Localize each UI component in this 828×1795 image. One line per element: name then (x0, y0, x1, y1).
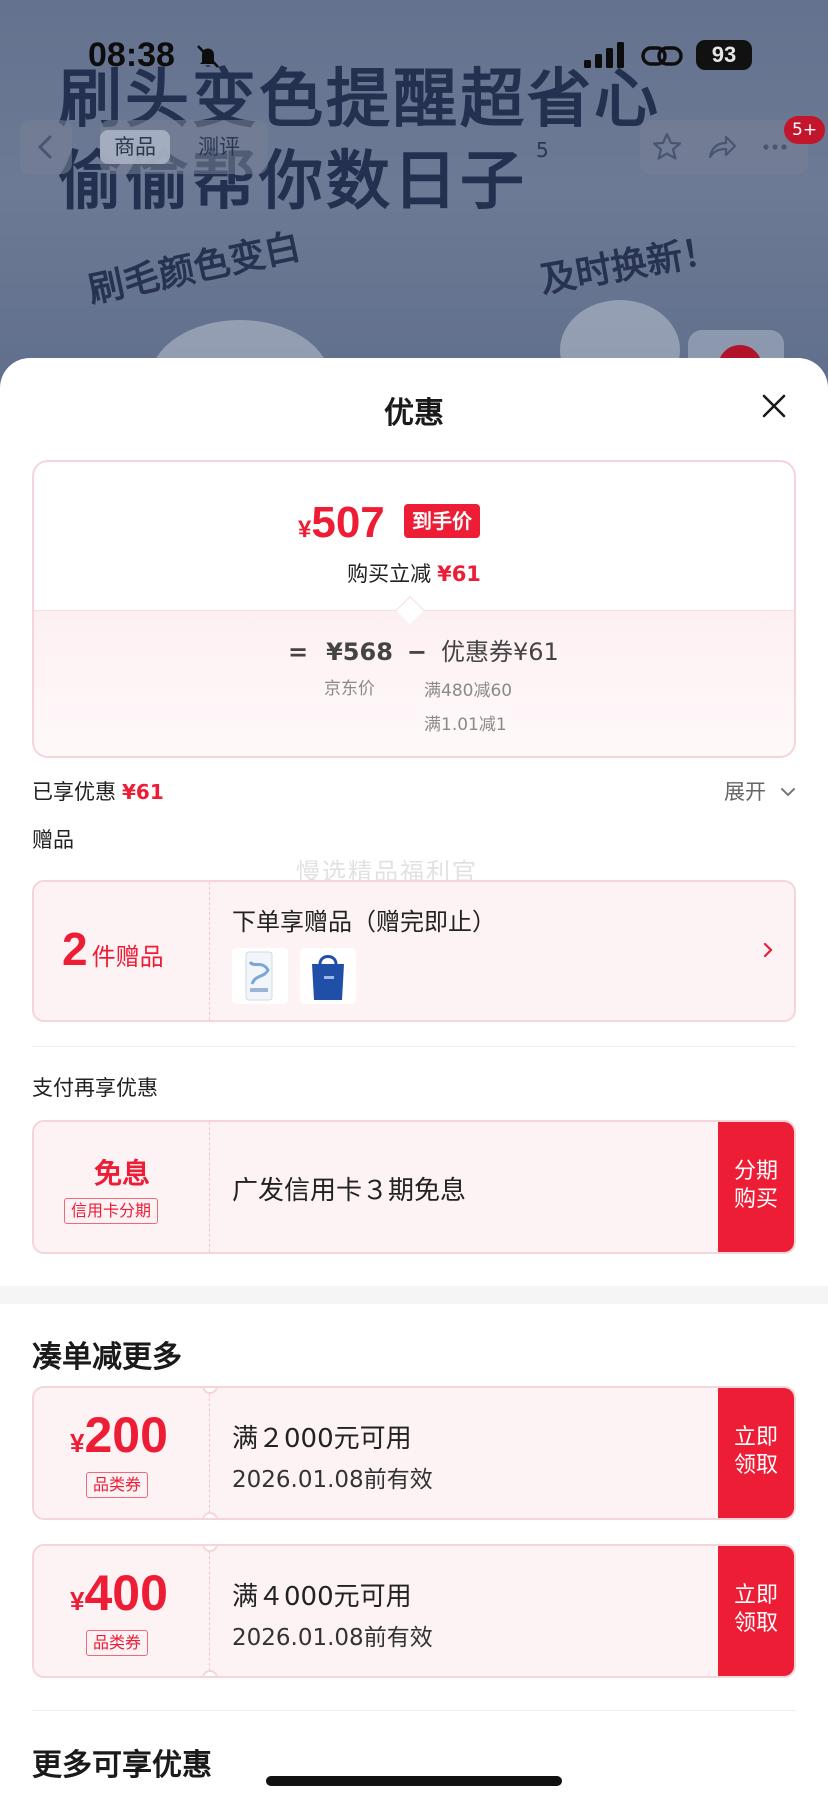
instant-discount: 购买立减 ¥61 (34, 558, 794, 588)
gift-card[interactable]: 2 件赠品 下单享赠品（赠完即止） (32, 880, 796, 1022)
coupon-condition: 满２000元可用 (232, 1424, 412, 1454)
close-icon[interactable] (754, 386, 794, 426)
coupon-type-tag: 品类券 (86, 1472, 149, 1498)
final-price-tag: 到手价 (404, 504, 480, 538)
back-arrow-icon (37, 135, 52, 159)
home-indicator[interactable] (266, 1776, 562, 1786)
divider (32, 1710, 796, 1711)
gift-title: 下单享赠品（赠完即止） (232, 908, 496, 936)
price-breakdown-card: ¥507 到手价 购买立减 ¥61 = ¥568− 优惠券¥61 京东价 满480减6… (32, 460, 796, 758)
formula-minus: − (406, 638, 428, 666)
claim-button-line-1: 立即 (733, 1425, 778, 1450)
category-coupon-card: ¥200 品类券 满２000元可用 2026.01.08前有效 立即 领取 (32, 1386, 796, 1520)
divider (32, 1046, 796, 1047)
coupon-expiry: 2026.01.08前有效 (232, 1467, 433, 1493)
instant-discount-amount: ¥61 (437, 562, 481, 586)
coupon-total: 优惠券¥61 (441, 638, 559, 666)
gift-count-box: 2 件赠品 (34, 882, 210, 1020)
installment-badge-box: 免息 信用卡分期 (34, 1122, 210, 1252)
more-offers-title: 更多可享优惠 (32, 1748, 212, 1783)
claim-coupon-button[interactable]: 立即 领取 (718, 1546, 794, 1676)
claim-button-line-2: 领取 (733, 1611, 778, 1636)
chevron-right-icon[interactable] (758, 940, 778, 960)
section-separator (0, 1286, 828, 1304)
coupon-currency: ¥ (70, 1586, 85, 1616)
gift-count-number: 2 (62, 923, 88, 975)
jd-price: ¥568 (326, 638, 393, 666)
background-nav-actions (640, 120, 808, 174)
chevron-down-icon[interactable] (778, 782, 798, 802)
notification-badge: 5+ (784, 116, 826, 144)
share-icon[interactable] (704, 130, 738, 164)
installment-card: 免息 信用卡分期 广发信用卡３期免息 分期 购买 (32, 1120, 796, 1254)
coupon-notch (202, 1670, 218, 1676)
background-arc-text-1: 刷毛颜色变白 (84, 226, 305, 312)
instant-discount-label: 购买立减 (347, 562, 432, 586)
coupon-value: ¥200 (70, 1406, 168, 1464)
bundle-section-title: 凑单减更多 (32, 1340, 182, 1375)
installment-text: 广发信用卡３期免息 (232, 1176, 467, 1206)
coupon-expiry: 2026.01.08前有效 (232, 1625, 433, 1651)
coupon-value-box: ¥200 品类券 (34, 1388, 210, 1518)
tab-review[interactable]: 测评 (184, 130, 254, 164)
enjoyed-label: 已享优惠 (32, 780, 116, 804)
gift-image-1 (232, 948, 288, 1004)
final-price: ¥507 (298, 498, 385, 548)
credit-installment-tag: 信用卡分期 (64, 1198, 159, 1224)
formula-equals: = (288, 638, 309, 666)
coupon-rule-2: 满1.01减1 (424, 715, 507, 735)
sheet-title: 优惠 (384, 396, 444, 431)
back-button[interactable] (20, 120, 72, 174)
category-coupon-card: ¥400 品类券 满４000元可用 2026.01.08前有效 立即 领取 (32, 1544, 796, 1678)
gift-section-label: 赠品 (32, 828, 74, 852)
coupon-amount: 200 (84, 1407, 168, 1463)
jd-price-label: 京东价 (324, 679, 375, 699)
coupon-notch (202, 1512, 218, 1518)
pay-section-label: 支付再享优惠 (32, 1076, 158, 1100)
enjoyed-discount: 已享优惠 ¥61 (32, 776, 164, 806)
coupon-currency: ¥ (70, 1428, 85, 1458)
tab-product[interactable]: 商品 (100, 130, 170, 164)
installment-button-line-2: 购买 (733, 1187, 778, 1212)
signal-icon (584, 42, 624, 68)
enjoyed-amount: ¥61 (122, 780, 164, 804)
claim-button-line-2: 领取 (733, 1453, 778, 1478)
background-superscript: 5 (536, 138, 549, 162)
background-tabs: 商品 测评 (100, 120, 268, 174)
coupon-value-box: ¥400 品类券 (34, 1546, 210, 1676)
installment-button-line-1: 分期 (733, 1159, 778, 1184)
claim-button-line-1: 立即 (733, 1583, 778, 1608)
price-formula: = ¥568− 优惠券¥61 (288, 632, 559, 667)
installment-buy-button[interactable]: 分期 购买 (718, 1122, 794, 1252)
star-icon[interactable] (650, 130, 684, 164)
coupon-value: ¥400 (70, 1564, 168, 1622)
gift-image-2 (300, 948, 356, 1004)
status-bar: 08:38 93 (0, 30, 828, 80)
interest-free-label: 免息 (93, 1157, 150, 1190)
bell-slash-icon (197, 45, 219, 68)
coupon-condition: 满４000元可用 (232, 1582, 412, 1612)
gift-count-unit: 件赠品 (91, 943, 164, 971)
coupon-rule-1: 满480减60 (424, 681, 513, 701)
expand-button[interactable]: 展开 (724, 776, 766, 806)
status-time: 08:38 (88, 36, 175, 74)
final-price-amount: 507 (311, 498, 385, 547)
link-icon (641, 46, 683, 66)
discount-sheet: 优惠 ¥507 到手价 购买立减 ¥61 = ¥568− 优惠券¥61 京东价 满48… (0, 358, 828, 1795)
battery-indicator: 93 (696, 40, 752, 70)
coupon-type-tag: 品类券 (86, 1630, 149, 1656)
background-arc-text-2: 及时换新！ (537, 229, 722, 302)
gift-count: 2 件赠品 (62, 922, 164, 976)
claim-coupon-button[interactable]: 立即 领取 (718, 1388, 794, 1518)
final-price-currency: ¥ (298, 516, 312, 543)
coupon-amount: 400 (84, 1565, 168, 1621)
